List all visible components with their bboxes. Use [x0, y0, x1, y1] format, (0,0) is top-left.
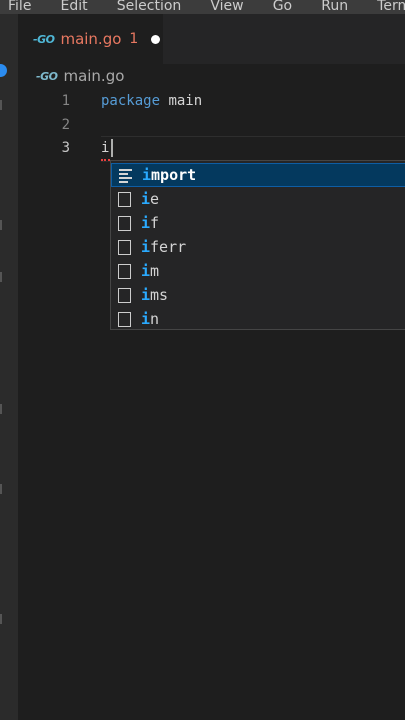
suggestion-rest: e: [150, 190, 160, 208]
menu-file[interactable]: File: [8, 0, 31, 14]
activity-marker: [0, 272, 2, 282]
menu-run[interactable]: Run: [321, 0, 348, 14]
code-line[interactable]: 2: [18, 113, 405, 137]
keyword-icon: [118, 215, 131, 231]
line-number: 3: [61, 140, 70, 156]
activity-marker: [0, 614, 2, 624]
suggestion-match: i: [141, 286, 151, 304]
code-text: package main: [101, 89, 202, 113]
suggestion-match: i: [142, 166, 152, 184]
snippet-icon: [119, 168, 132, 183]
suggestion-match: i: [141, 190, 151, 208]
keyword-token: package: [101, 93, 161, 109]
suggestion-rest: mport: [151, 166, 197, 184]
keyword-icon: [118, 239, 131, 255]
line-number: 2: [61, 117, 70, 133]
line-number: 1: [61, 93, 70, 109]
code-line[interactable]: 1 package main: [18, 89, 405, 113]
error-squiggle: [101, 156, 110, 161]
autocomplete-suggestions: i mport ie if i ferr im i ms in: [110, 160, 405, 330]
typed-token: i: [101, 140, 110, 156]
tab-main-go[interactable]: -GO main.go 1: [18, 14, 163, 64]
tab-filename: main.go: [60, 30, 122, 48]
keyword-icon: [118, 191, 131, 207]
problems-count-badge: 1: [129, 31, 139, 47]
code-line-active[interactable]: 3 i: [18, 136, 405, 160]
menu-terminal[interactable]: Terminal: [377, 0, 405, 14]
suggestion-match: i: [141, 262, 151, 280]
suggestion-item-iferr[interactable]: i ferr: [111, 235, 405, 259]
activity-bar: [0, 14, 18, 720]
keyword-icon: [118, 311, 131, 327]
suggestion-match: i: [141, 238, 151, 256]
keyword-icon: [118, 263, 131, 279]
activity-marker: [0, 220, 2, 230]
suggestion-item-in[interactable]: in: [111, 307, 405, 331]
breadcrumb[interactable]: -GO main.go: [36, 66, 124, 86]
suggestion-item-im[interactable]: im: [111, 259, 405, 283]
activity-marker: [0, 404, 2, 414]
text-cursor: [111, 139, 113, 157]
activity-marker: [0, 100, 2, 110]
accounts-badge-icon[interactable]: [0, 64, 7, 77]
go-file-icon: -GO: [36, 69, 58, 83]
activity-marker: [0, 484, 2, 494]
breadcrumb-filename[interactable]: main.go: [63, 67, 124, 85]
suggestion-item-import[interactable]: i mport: [111, 163, 405, 187]
suggestion-rest: m: [150, 262, 160, 280]
menu-edit[interactable]: Edit: [61, 0, 88, 14]
suggestion-rest: ferr: [150, 238, 187, 256]
suggestion-rest: f: [150, 214, 160, 232]
menu-bar: File Edit Selection View Go Run Terminal: [0, 0, 405, 14]
suggestion-rest: ms: [150, 286, 169, 304]
suggestion-item-ie[interactable]: ie: [111, 187, 405, 211]
suggestion-item-if[interactable]: if: [111, 211, 405, 235]
keyword-icon: [118, 287, 131, 303]
menu-selection[interactable]: Selection: [117, 0, 182, 14]
unsaved-dot-icon[interactable]: [151, 34, 161, 44]
suggestion-match: i: [141, 214, 151, 232]
go-file-icon: -GO: [33, 32, 55, 46]
suggestion-match: i: [141, 310, 151, 328]
suggestion-item-ims[interactable]: i ms: [111, 283, 405, 307]
tab-bar: -GO main.go 1: [18, 14, 405, 64]
menu-go[interactable]: Go: [273, 0, 292, 14]
menu-view[interactable]: View: [210, 0, 243, 14]
identifier-token: main: [160, 93, 203, 109]
suggestion-rest: n: [150, 310, 160, 328]
